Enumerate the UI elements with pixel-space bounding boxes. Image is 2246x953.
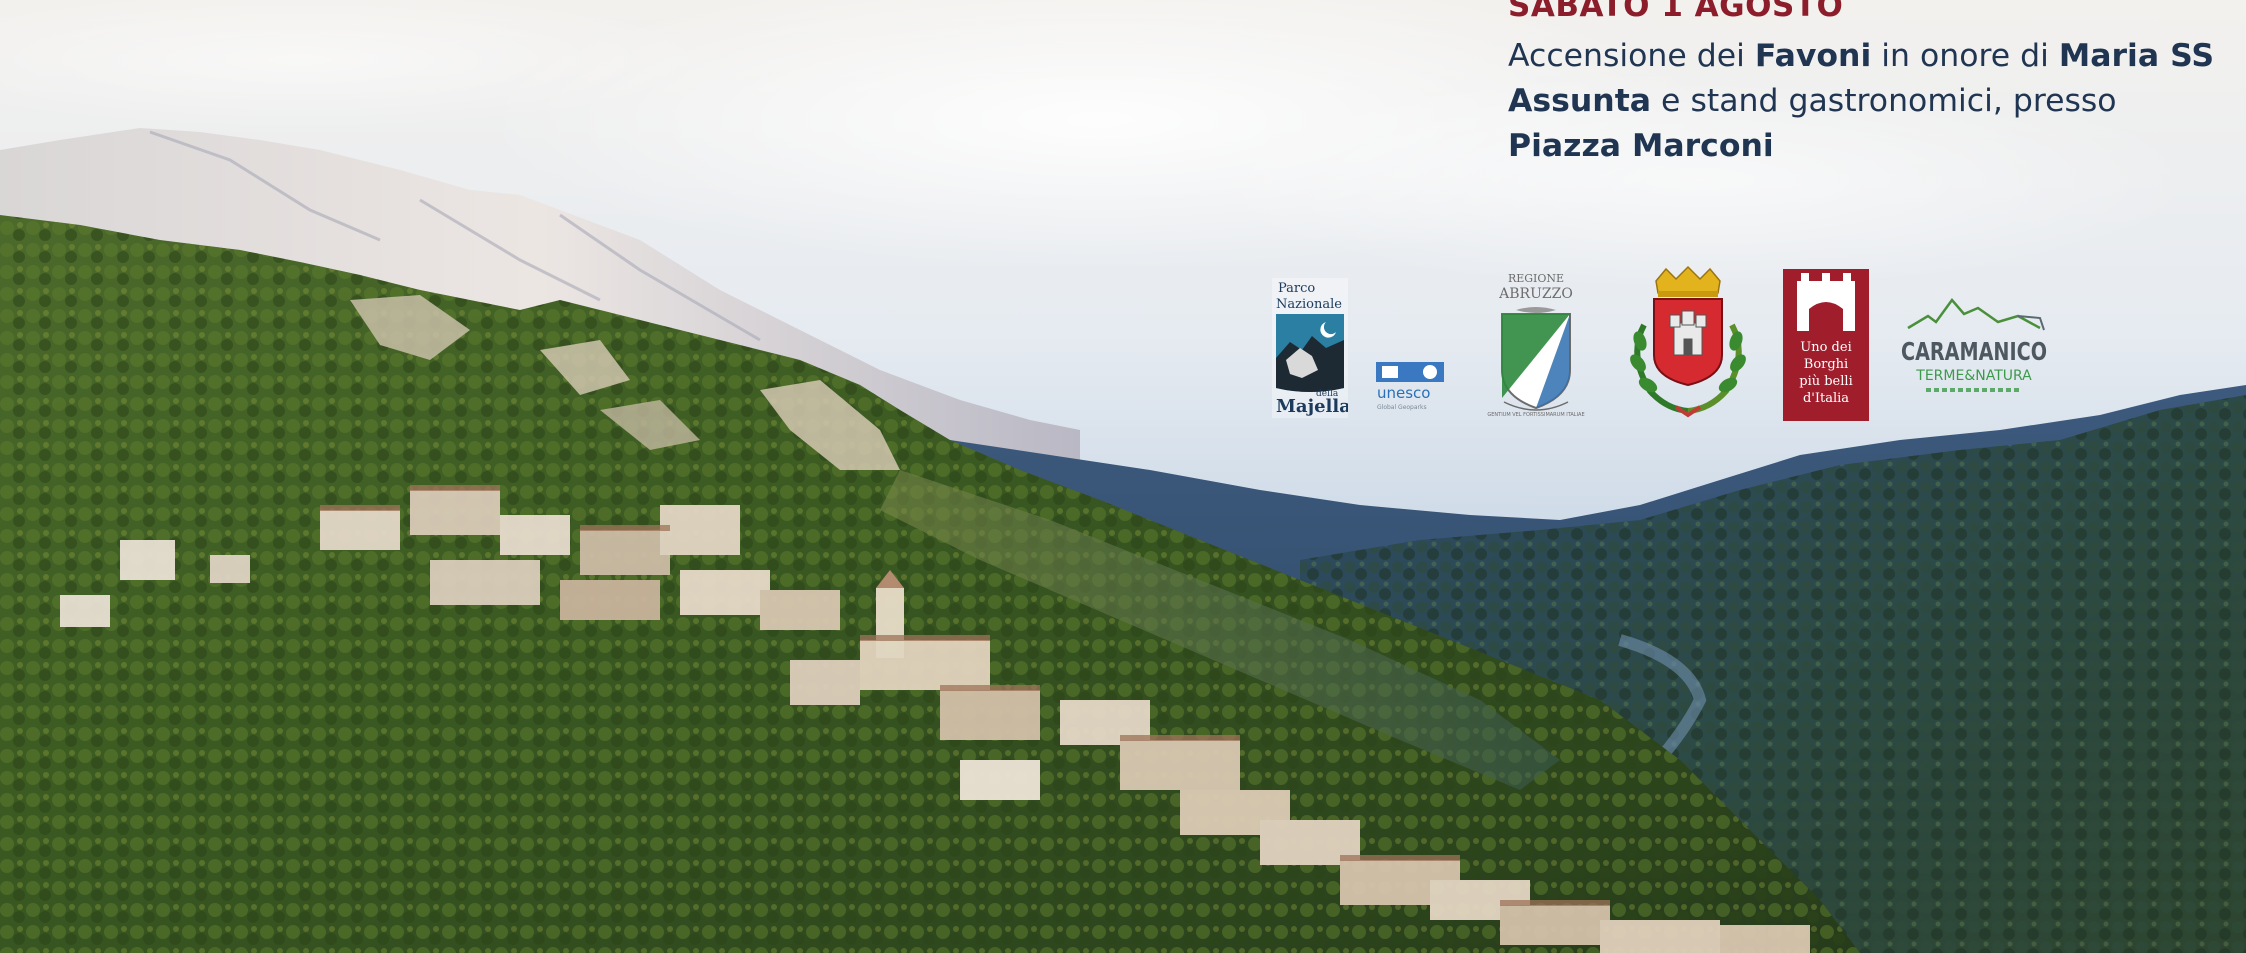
event-highlight-piazza: Piazza Marconi (1508, 128, 1774, 164)
event-text-1: Accensione dei (1508, 38, 1755, 74)
borghi-line-2: Borghi (1804, 357, 1848, 372)
parco-line-1: Parco (1278, 281, 1315, 296)
borghi-italia-logo: Uno dei Borghi più belli d'Italia (1783, 269, 1869, 421)
unesco-sub: Global Geoparks (1377, 404, 1427, 411)
event-text-2: in onore di (1871, 38, 2059, 74)
event-text-3: e stand gastronomici, presso (1651, 83, 2117, 119)
borghi-line-1: Uno dei (1800, 340, 1851, 355)
event-info: SABATO 1 AGOSTO Accensione dei Favoni in… (1508, 0, 2228, 169)
regione-motto: GENTIUM VEL FORTISSIMARUM ITALIAE (1487, 412, 1584, 418)
regione-line-2: ABRUZZO (1498, 286, 1573, 302)
parco-line-2: Nazionale (1276, 297, 1342, 312)
parco-line-4: Majella (1276, 396, 1348, 417)
caramanico-tag: TERME&NATURA (1915, 368, 2032, 384)
event-highlight-favoni: Favoni (1754, 38, 1872, 74)
unesco-logo: unesco Global Geoparks (1374, 360, 1446, 412)
borghi-line-3: più belli (1799, 374, 1852, 389)
caramanico-crest-logo (1614, 265, 1762, 423)
borghi-line-4: d'Italia (1803, 391, 1849, 406)
caramanico-name: CARAMANICO (1901, 337, 2047, 366)
parco-majella-logo: Parco Nazionale della Majella (1272, 278, 1348, 418)
event-date: SABATO 1 AGOSTO (1508, 0, 1844, 24)
poster: SABATO 1 AGOSTO Accensione dei Favoni in… (0, 0, 2246, 953)
caramanico-terme-logo: CARAMANICO TERME&NATURA (1898, 288, 2050, 408)
unesco-name: unesco (1377, 384, 1430, 402)
crown-icon (1655, 265, 1721, 297)
regione-line-1: REGIONE (1508, 272, 1564, 285)
regione-abruzzo-logo: REGIONE ABRUZZO GENTIUM VEL FORTISSIMARU… (1484, 270, 1588, 420)
event-description: Accensione dei Favoni in onore di Maria … (1508, 34, 2228, 169)
